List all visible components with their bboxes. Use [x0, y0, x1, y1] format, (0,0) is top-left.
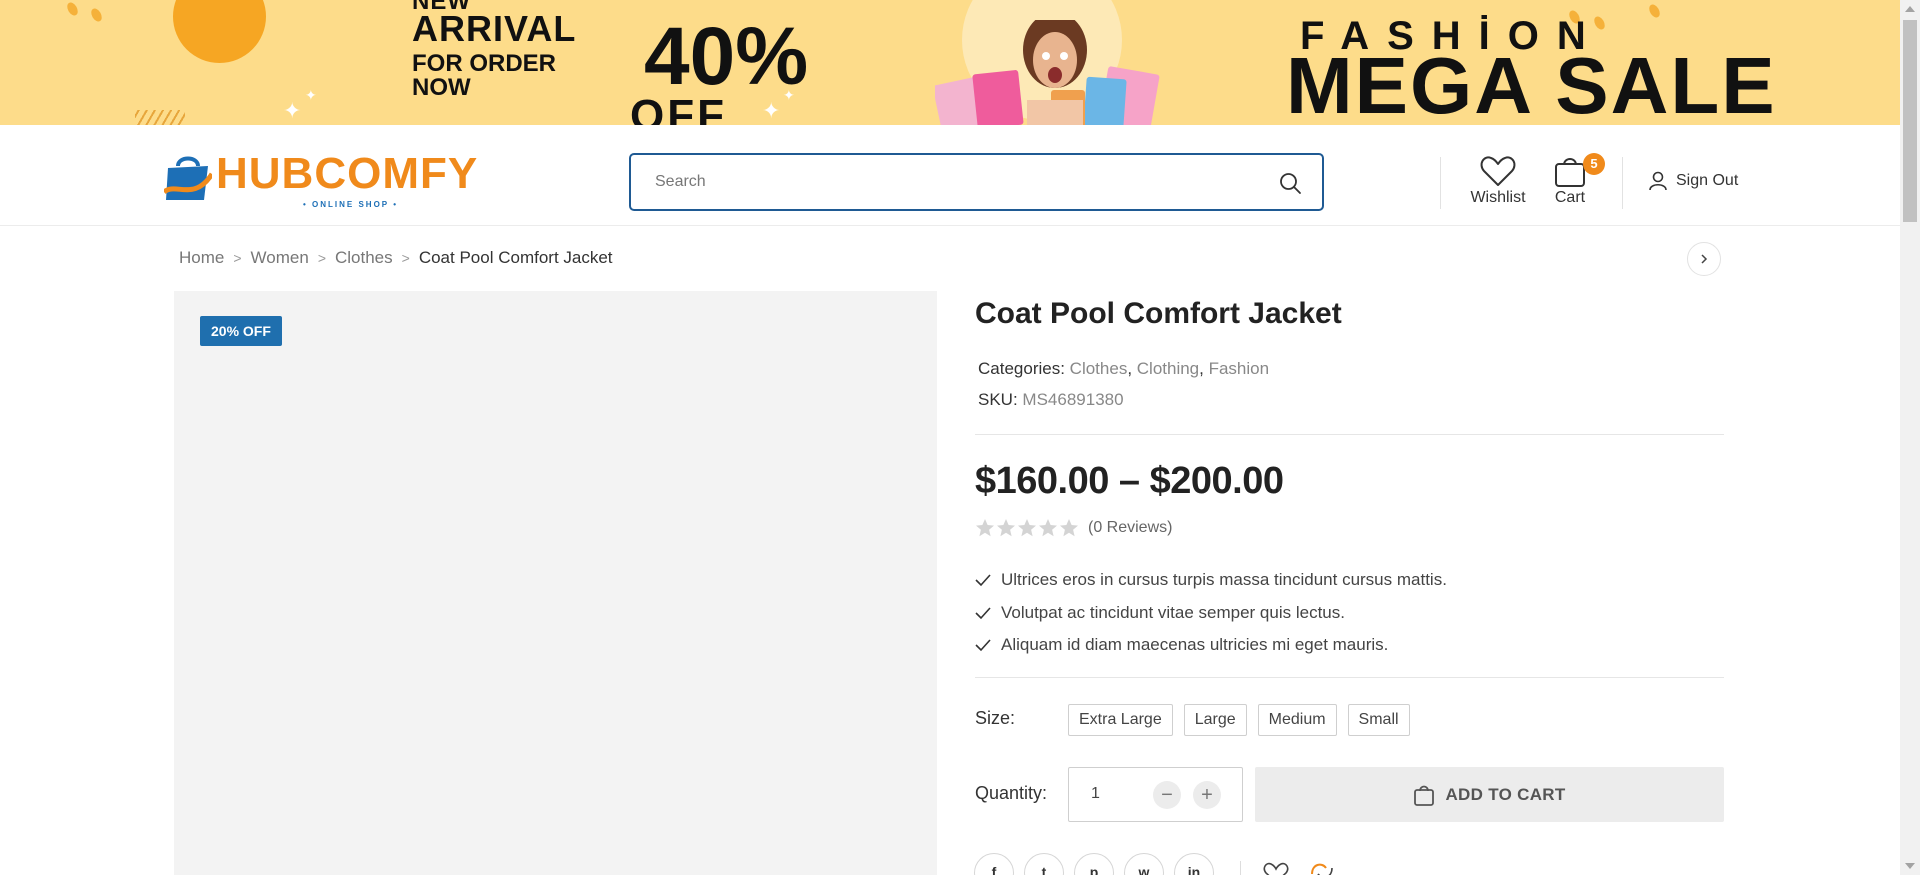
- minus-icon[interactable]: −: [1153, 781, 1181, 809]
- reviews-count[interactable]: (0 Reviews): [1088, 519, 1172, 537]
- search-input[interactable]: [631, 155, 1322, 209]
- twitter-icon[interactable]: t: [1024, 853, 1064, 875]
- banner-mega-sale-text: MEGA SALE: [1286, 41, 1777, 126]
- breadcrumb-clothes-link[interactable]: Clothes: [335, 248, 393, 268]
- add-to-cart-button[interactable]: ADD TO CART: [1255, 767, 1724, 822]
- chevron-right-icon: >: [401, 250, 410, 266]
- header-divider: [1440, 157, 1441, 209]
- banner-off-text: OFF: [630, 91, 727, 126]
- star-icon: [997, 519, 1015, 537]
- promo-banner[interactable]: ✦ ✦ ✦ ✦ NEW ARRIVAL FOR ORDER NOW 40% OF…: [0, 0, 1900, 125]
- next-product-button[interactable]: [1687, 242, 1721, 276]
- banner-percent-text: 40%: [644, 11, 809, 102]
- confetti-decoration: [65, 0, 80, 18]
- logo-name: HUBCOMFY: [216, 149, 479, 198]
- chevron-right-icon: [1701, 254, 1708, 264]
- user-icon: [1649, 171, 1667, 191]
- share-divider: [1240, 861, 1241, 875]
- chevron-right-icon: >: [233, 250, 242, 266]
- star-icon: [1039, 519, 1057, 537]
- whatsapp-icon[interactable]: w: [1124, 853, 1164, 875]
- size-option-large[interactable]: Large: [1183, 704, 1247, 736]
- banner-stripes: [135, 110, 185, 125]
- check-icon: [975, 607, 991, 619]
- sparkle-icon: ✦: [762, 98, 781, 123]
- plus-icon[interactable]: +: [1193, 781, 1221, 809]
- add-to-cart-label: ADD TO CART: [1445, 784, 1566, 804]
- facebook-icon[interactable]: f: [974, 853, 1014, 875]
- banner-for-order-text: FOR ORDER NOW: [412, 50, 556, 101]
- sign-out-button[interactable]: Sign Out: [1648, 171, 1738, 191]
- rating-stars: [975, 518, 1079, 538]
- search-bar: [629, 153, 1324, 211]
- sparkle-icon: ✦: [305, 87, 317, 103]
- breadcrumb-current: Coat Pool Comfort Jacket: [418, 248, 613, 267]
- confetti-decoration: [89, 6, 104, 24]
- site-logo[interactable]: HUBCOMFY: [164, 152, 484, 202]
- wishlist-button[interactable]: Wishlist: [1468, 155, 1528, 207]
- breadcrumb: Home > Women > Clothes > Coat Pool Comfo…: [179, 248, 613, 268]
- star-icon: [1060, 519, 1078, 537]
- heart-icon[interactable]: [1263, 862, 1289, 875]
- size-option-medium[interactable]: Medium: [1257, 704, 1337, 736]
- quantity-stepper: 1 − +: [1068, 767, 1243, 822]
- sku-value: MS46891380: [1022, 390, 1124, 409]
- star-icon: [1018, 519, 1036, 537]
- check-icon: [975, 574, 991, 587]
- logo-tagline: • ONLINE SHOP •: [303, 200, 399, 209]
- scrollbar-thumb[interactable]: [1903, 20, 1917, 222]
- category-link[interactable]: Clothes: [1070, 359, 1128, 378]
- category-link[interactable]: Fashion: [1209, 359, 1269, 378]
- feature-item: Aliquam id diam maecenas ultricies mi eg…: [975, 629, 1447, 662]
- page-scrollbar[interactable]: [1900, 0, 1920, 875]
- size-label: Size:: [975, 708, 1016, 728]
- product-title: Coat Pool Comfort Jacket: [975, 297, 1342, 330]
- sparkle-icon: ✦: [283, 98, 302, 123]
- header-divider: [1622, 157, 1623, 209]
- product-image-gallery[interactable]: 20% OFF: [174, 291, 937, 875]
- discount-badge: 20% OFF: [200, 316, 282, 346]
- size-options: Extra Large Large Medium Small: [1068, 704, 1410, 736]
- wishlist-label: Wishlist: [1470, 189, 1526, 206]
- banner-sun-shape: [173, 0, 266, 63]
- scroll-down-arrow-icon[interactable]: [1905, 863, 1915, 869]
- check-icon: [975, 639, 991, 652]
- star-icon: [976, 519, 994, 537]
- breadcrumb-home-link[interactable]: Home: [179, 248, 224, 268]
- linkedin-icon[interactable]: in: [1174, 853, 1214, 875]
- feature-list: Ultrices eros in cursus turpis massa tin…: [975, 564, 1447, 662]
- breadcrumb-women-link[interactable]: Women: [251, 248, 309, 268]
- quantity-input[interactable]: 1: [1091, 785, 1100, 803]
- scroll-up-arrow-icon[interactable]: [1905, 6, 1915, 12]
- site-header: HUBCOMFY • ONLINE SHOP • Wishlist Cart 5…: [0, 125, 1900, 226]
- shopping-bag-logo-icon: [164, 156, 212, 200]
- feature-item: Ultrices eros in cursus turpis massa tin…: [975, 564, 1447, 597]
- size-option-extra-large[interactable]: Extra Large: [1068, 704, 1173, 736]
- divider: [975, 677, 1724, 678]
- cart-count-badge: 5: [1583, 153, 1605, 175]
- confetti-decoration: [1647, 2, 1662, 20]
- compare-icon[interactable]: [1308, 860, 1336, 875]
- feature-item: Volutpat ac tincidunt vitae semper quis …: [975, 597, 1447, 630]
- search-icon[interactable]: [1278, 171, 1302, 195]
- shopping-bag-icon: [1414, 785, 1435, 806]
- heart-icon: [1480, 156, 1516, 186]
- quantity-label: Quantity:: [975, 783, 1048, 803]
- product-sku: SKU: MS46891380: [978, 390, 1124, 409]
- pinterest-icon[interactable]: p: [1074, 853, 1114, 875]
- cart-label: Cart: [1554, 189, 1586, 206]
- category-link[interactable]: Clothing: [1137, 359, 1199, 378]
- product-rating[interactable]: (0 Reviews): [975, 518, 1172, 538]
- sign-out-label: Sign Out: [1676, 172, 1739, 189]
- shopping-woman-illustration: [935, 20, 1160, 125]
- size-option-small[interactable]: Small: [1347, 704, 1410, 736]
- product-price: $160.00 – $200.00: [975, 460, 1284, 502]
- chevron-right-icon: >: [317, 250, 326, 266]
- banner-arrival-text: ARRIVAL: [412, 8, 577, 49]
- cart-button[interactable]: Cart 5: [1545, 153, 1605, 207]
- product-categories: Categories: Clothes, Clothing, Fashion: [978, 359, 1270, 378]
- divider: [975, 434, 1724, 435]
